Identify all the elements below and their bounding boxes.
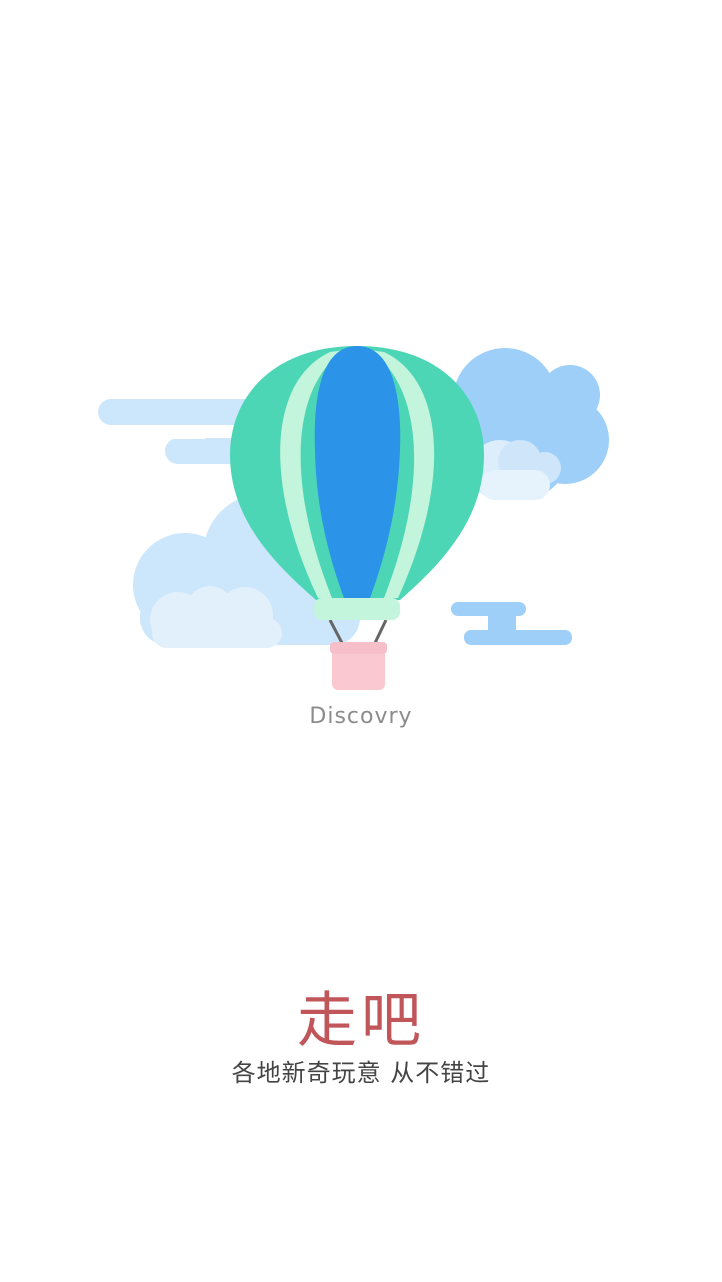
hot-air-balloon-illustration	[98, 346, 609, 690]
streak-cloud-right-icon	[451, 602, 572, 645]
brand-word: Discovry	[309, 704, 413, 729]
headline: 走吧	[297, 986, 425, 1056]
tagline: 各地新奇玩意 从不错过	[231, 1059, 491, 1087]
